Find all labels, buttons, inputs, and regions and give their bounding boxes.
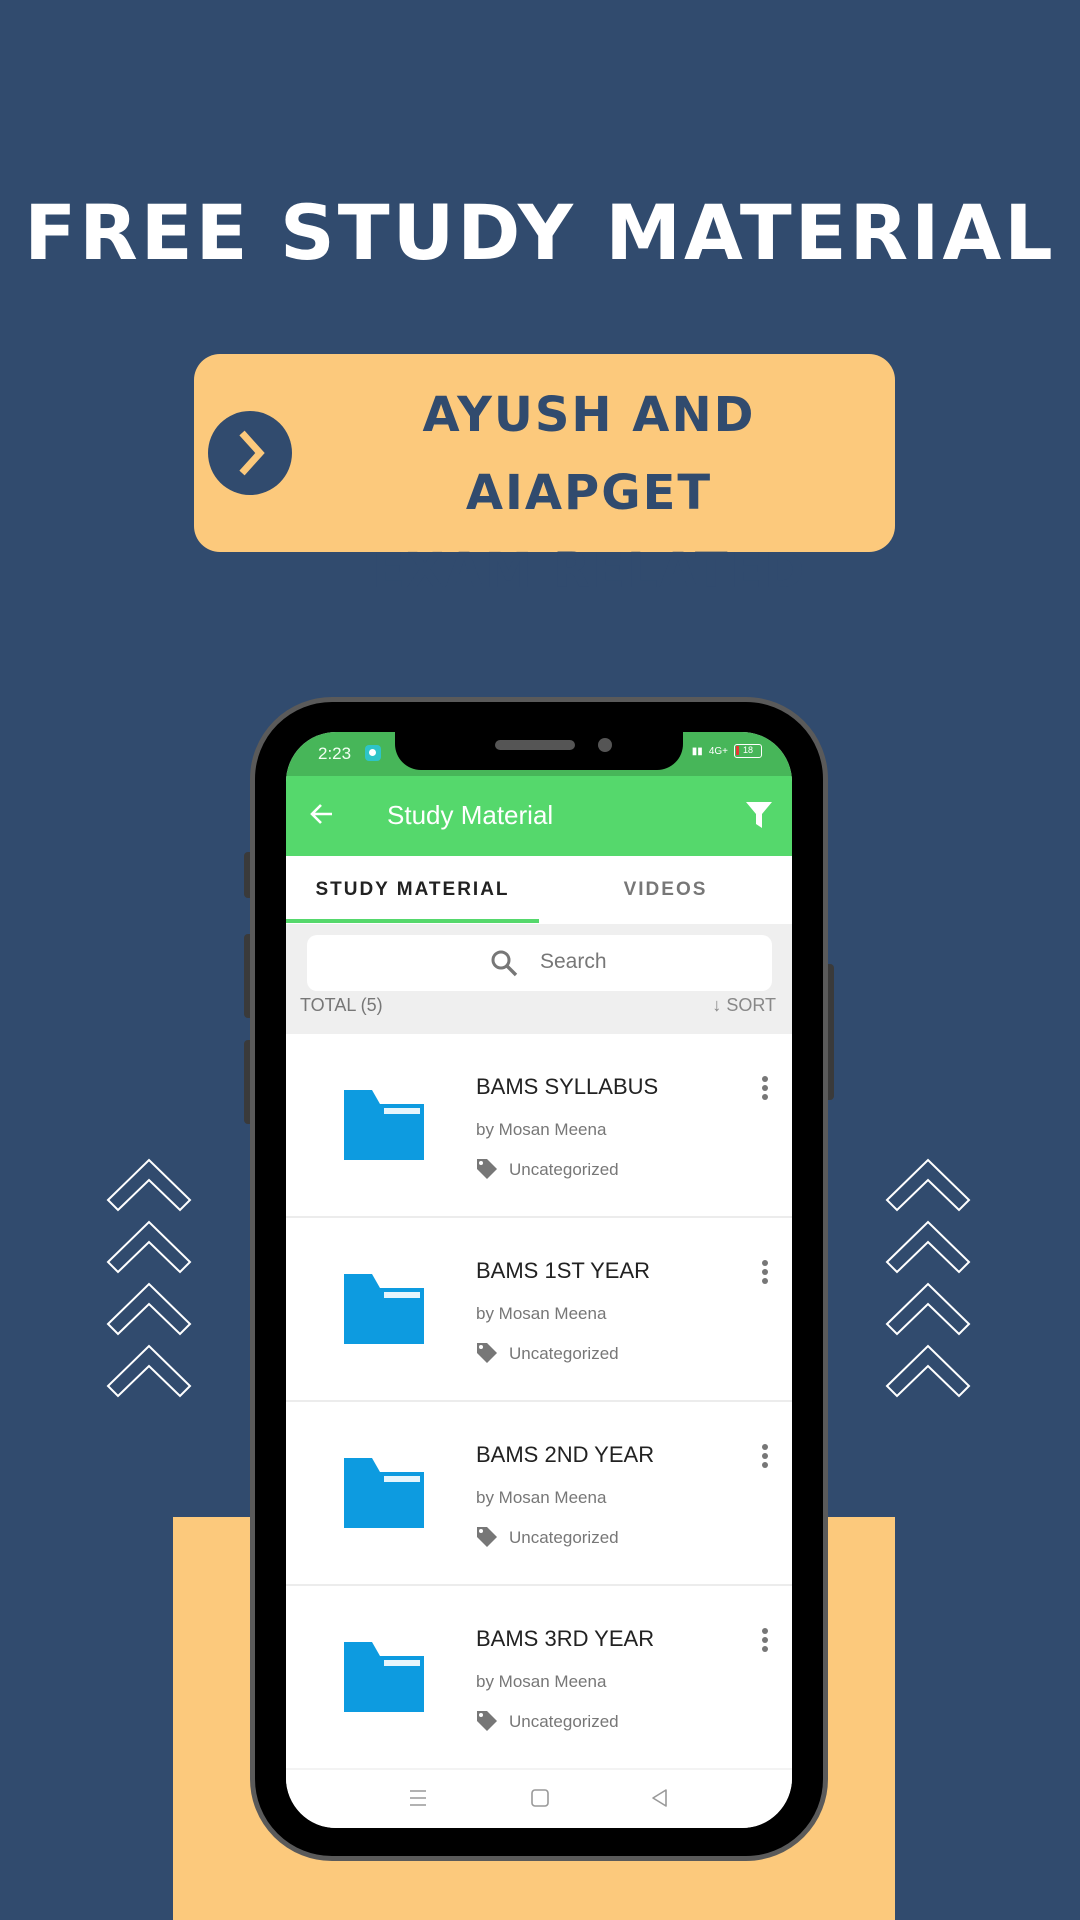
folder-icon xyxy=(344,1090,424,1165)
filter-icon[interactable] xyxy=(744,800,774,835)
square-icon[interactable] xyxy=(530,1788,550,1813)
front-camera xyxy=(598,738,612,752)
menu-icon[interactable] xyxy=(408,1788,428,1813)
item-title: BAMS 2ND YEAR xyxy=(476,1442,655,1467)
app-notification-icon xyxy=(365,745,381,761)
list-item[interactable]: BAMS 3RD YEAR by Mosan Meena Uncategoriz… xyxy=(286,1586,792,1770)
battery-level: 18 xyxy=(742,745,753,755)
promo-banner: AYUSH AND AIAPGET EXAM RELATED xyxy=(194,354,895,599)
promo-banner-text: AYUSH AND AIAPGET EXAM RELATED xyxy=(294,376,884,610)
tab-study-material[interactable]: STUDY MATERIAL xyxy=(286,856,539,924)
arrow-left-icon[interactable] xyxy=(308,800,336,833)
item-author: by Mosan Meena xyxy=(476,1304,607,1323)
item-title: BAMS 3RD YEAR xyxy=(476,1626,655,1651)
more-vert-icon[interactable] xyxy=(760,1444,770,1471)
status-indicators: ▮▮ 4G+ 18 xyxy=(692,744,762,758)
search-placeholder: Search xyxy=(540,950,607,973)
item-category: Uncategorized xyxy=(509,1160,619,1179)
item-title: BAMS 1ST YEAR xyxy=(476,1258,651,1283)
item-title: BAMS SYLLABUS xyxy=(476,1074,659,1099)
item-category: Uncategorized xyxy=(509,1712,619,1731)
tag-icon xyxy=(476,1710,498,1737)
search-input[interactable]: Search xyxy=(307,935,772,991)
chevrons-up-icon xyxy=(106,1158,192,1398)
folder-icon xyxy=(344,1274,424,1349)
search-area: Search TOTAL (5) ↓ SORT xyxy=(286,924,792,1034)
more-vert-icon[interactable] xyxy=(760,1076,770,1103)
item-category: Uncategorized xyxy=(509,1344,619,1363)
tag-icon xyxy=(476,1158,498,1185)
network-type: 4G+ xyxy=(708,745,728,757)
item-author: by Mosan Meena xyxy=(476,1488,607,1507)
promo-headline: FREE STUDY MATERIAL xyxy=(24,188,1056,277)
tab-indicator xyxy=(286,919,539,923)
tag-icon xyxy=(476,1526,498,1553)
app-bar: Study Material xyxy=(286,776,792,856)
search-icon xyxy=(490,949,518,982)
more-vert-icon[interactable] xyxy=(760,1628,770,1655)
item-author: by Mosan Meena xyxy=(476,1120,607,1139)
folder-icon xyxy=(344,1642,424,1717)
triangle-back-icon[interactable] xyxy=(650,1788,670,1813)
more-vert-icon[interactable] xyxy=(760,1260,770,1287)
chevron-right-icon xyxy=(208,411,292,495)
tab-bar: STUDY MATERIAL VIDEOS xyxy=(286,856,792,924)
banner-line-1: AYUSH AND AIAPGET xyxy=(422,387,756,521)
total-count: TOTAL (5) xyxy=(300,995,383,1015)
battery-icon: 18 xyxy=(734,744,762,758)
phone-notch xyxy=(395,732,683,770)
speaker-grille xyxy=(495,740,575,750)
material-list: BAMS SYLLABUS by Mosan Meena Uncategoriz… xyxy=(286,1034,792,1770)
tab-videos[interactable]: VIDEOS xyxy=(539,856,792,924)
list-item[interactable]: BAMS 2ND YEAR by Mosan Meena Uncategoriz… xyxy=(286,1402,792,1586)
banner-line-2: EXAM RELATED xyxy=(371,543,807,599)
item-author: by Mosan Meena xyxy=(476,1672,607,1691)
folder-icon xyxy=(344,1458,424,1533)
system-nav-bar xyxy=(286,1768,792,1828)
signal-icon: ▮▮ xyxy=(691,745,703,757)
list-item[interactable]: BAMS SYLLABUS by Mosan Meena Uncategoriz… xyxy=(286,1034,792,1218)
sort-button[interactable]: ↓ SORT xyxy=(712,995,776,1016)
list-item[interactable]: BAMS 1ST YEAR by Mosan Meena Uncategoriz… xyxy=(286,1218,792,1402)
status-time: 2:23 xyxy=(318,744,352,763)
chevrons-up-icon xyxy=(885,1158,971,1398)
item-category: Uncategorized xyxy=(509,1528,619,1547)
phone-screen: 2:23 ▮▮ 4G+ 18 Study Material STUDY MATE… xyxy=(286,732,792,1828)
tag-icon xyxy=(476,1342,498,1369)
page-title: Study Material xyxy=(387,800,554,830)
